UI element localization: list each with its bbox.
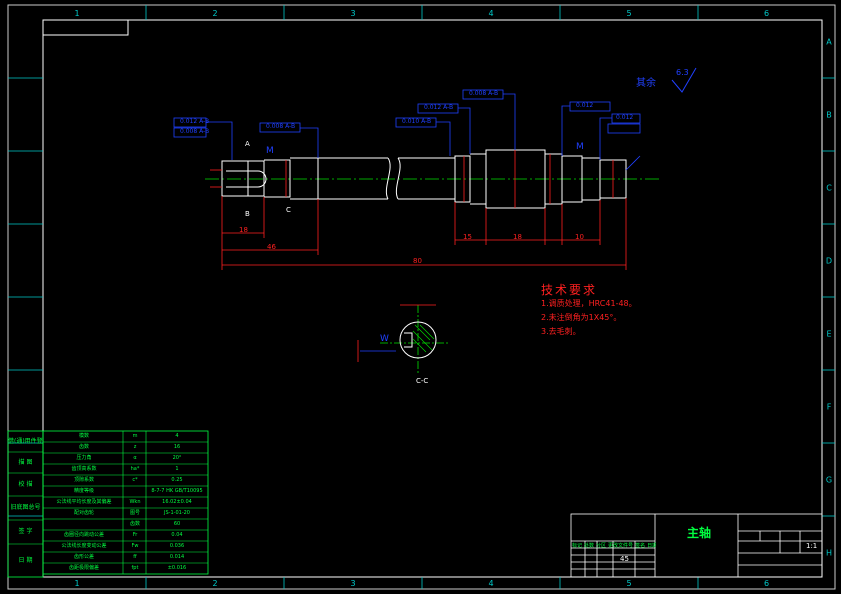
zone-labels: 1 1 2 2 3 3 4 4 5 5 6 6 A B C D E F G H (74, 9, 832, 588)
row-label-D: D (826, 257, 832, 266)
left-stamp-column (7, 430, 44, 578)
row-label-F: F (827, 403, 832, 412)
col-label-top-1: 1 (74, 9, 79, 18)
col-label-bottom-2: 2 (212, 579, 217, 588)
row-label-B: B (826, 111, 832, 120)
col-label-top-4: 4 (488, 9, 493, 18)
title-block (570, 513, 823, 578)
col-label-top-5: 5 (626, 9, 631, 18)
gear-table (42, 430, 209, 575)
col-label-bottom-4: 4 (488, 579, 493, 588)
col-label-bottom-1: 1 (74, 579, 79, 588)
row-label-H: H (826, 549, 832, 558)
section-view (357, 304, 450, 375)
surface-finish-icon (671, 67, 697, 93)
outer-border (7, 4, 836, 590)
col-label-bottom-3: 3 (350, 579, 355, 588)
dimension-lines (210, 150, 627, 270)
drawing-sheet: 1 1 2 2 3 3 4 4 5 5 6 6 A B C D E F G H (7, 4, 836, 590)
row-label-E: E (826, 330, 831, 339)
col-label-top-6: 6 (764, 9, 769, 18)
top-left-label-box (42, 19, 129, 36)
col-label-bottom-6: 6 (764, 579, 769, 588)
inner-border (42, 19, 823, 578)
row-label-G: G (826, 476, 832, 485)
row-label-A: A (826, 38, 832, 47)
col-label-top-2: 2 (212, 9, 217, 18)
zone-grid (8, 5, 835, 589)
row-label-C: C (826, 184, 832, 193)
col-label-bottom-5: 5 (626, 579, 631, 588)
col-label-top-3: 3 (350, 9, 355, 18)
